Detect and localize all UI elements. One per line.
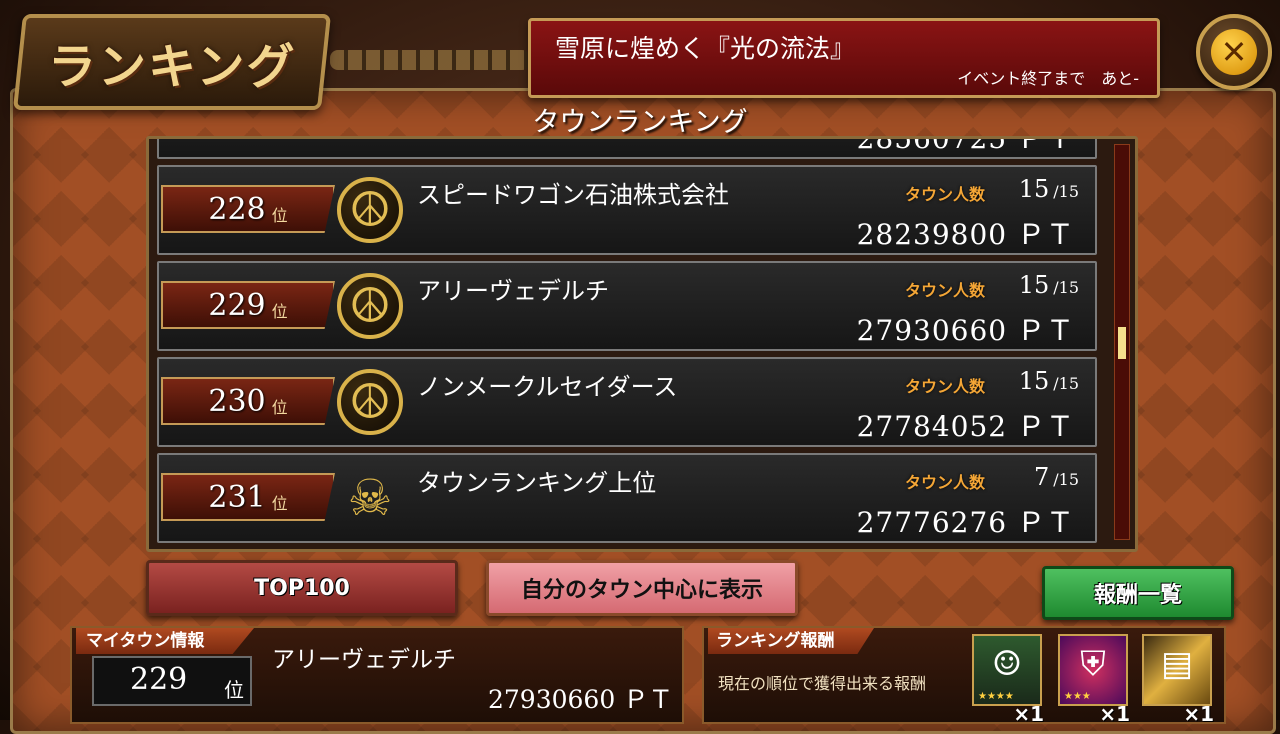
rank-number: 230	[208, 383, 266, 419]
reward-item-ticket[interactable]: ▤ ×1	[1142, 634, 1214, 726]
ticket-icon: ▤	[1160, 644, 1194, 684]
town-points: 28239800 ＰＴ	[856, 218, 1075, 251]
members-count: 15/15	[1019, 271, 1079, 299]
reward-item-shield[interactable]: ⛨ ★★★ ×1	[1058, 634, 1130, 726]
town-name: タウンランキング上位	[417, 469, 657, 497]
members-current: 7	[1033, 463, 1050, 491]
town-points: 28560725 ＰＴ	[856, 136, 1075, 155]
rank-plate: 231 位	[161, 473, 335, 521]
ranking-list[interactable]: 227位♥DIOの館タウン人数15/1528560725 ＰＴ228位☮スピード…	[146, 136, 1138, 552]
rank-number: 228	[208, 191, 266, 227]
rank-number: 231	[208, 479, 266, 515]
my-town-points: 27930660 ＰＴ	[488, 685, 674, 714]
members-count: 15/15	[1019, 175, 1079, 203]
members-count: 15/15	[1019, 367, 1079, 395]
members-label: タウン人数	[905, 185, 986, 204]
character-card-icon: ☺	[991, 644, 1023, 684]
rank-number: 229	[208, 287, 266, 323]
town-name: スピードワゴン石油株式会社	[417, 181, 729, 209]
chain-decoration	[330, 50, 530, 70]
town-name: アリーヴェデルチ	[417, 277, 609, 305]
ranking-reward-label: ランキング報酬	[708, 628, 874, 654]
town-points: 27784052 ＰＴ	[856, 410, 1075, 443]
members-max: /15	[1053, 470, 1079, 489]
reward-quantity: ×1	[1183, 702, 1214, 726]
members-current: 15	[1018, 175, 1050, 203]
members-max: /15	[1053, 374, 1079, 393]
event-title: 雪原に煌めく『光の流法』	[555, 34, 856, 63]
my-town-name: アリーヴェデルチ	[272, 647, 456, 673]
section-title: タウンランキング	[532, 107, 748, 138]
peace-emblem-icon: ☮	[337, 273, 403, 339]
peace-emblem-icon: ☮	[337, 369, 403, 435]
town-name: ノンメークルセイダース	[417, 373, 678, 401]
ranking-row[interactable]: 230 位 ☮ ノンメークルセイダース タウン人数 15/15 27784052 ＰＴ	[157, 357, 1097, 447]
members-label: タウン人数	[905, 281, 986, 300]
members-max: /15	[1053, 182, 1079, 201]
page-title: ランキング	[47, 39, 297, 95]
event-banner: 雪原に煌めく『光の流法』 イベント終了まで あと-	[528, 18, 1160, 98]
title-plate: ランキング	[12, 14, 332, 110]
town-points: 27776276 ＰＴ	[856, 506, 1075, 539]
reward-quantity: ×1	[1099, 702, 1130, 726]
my-town-rank: 229	[130, 662, 188, 697]
peace-emblem-icon: ☮	[337, 177, 403, 243]
ranking-reward-description: 現在の順位で獲得出来る報酬	[718, 674, 927, 693]
list-scrollbar[interactable]	[1114, 144, 1130, 540]
my-town-rank-suffix: 位	[224, 678, 244, 702]
members-max: /15	[1053, 278, 1079, 297]
heart-emblem-icon: ♥	[337, 139, 403, 149]
skull-emblem-icon: ☠	[347, 469, 393, 527]
rank-suffix: 位	[271, 206, 288, 225]
members-label: タウン人数	[905, 377, 986, 396]
reward-list-button[interactable]: 報酬一覧	[1042, 566, 1234, 620]
members-label: タウン人数	[905, 473, 986, 492]
rank-plate: 229 位	[161, 281, 335, 329]
members-current: 15	[1018, 271, 1050, 299]
rank-plate: 227位	[161, 136, 335, 137]
reward-item-character-card[interactable]: ☺ ★★★★ ×1	[972, 634, 1044, 726]
reward-quantity: ×1	[1013, 702, 1044, 726]
my-town-rank-box: 229 位	[92, 656, 252, 706]
rank-suffix: 位	[271, 398, 288, 417]
my-town-panel: マイタウン情報 229 位 アリーヴェデルチ 27930660 ＰＴ	[70, 626, 684, 724]
ranking-row[interactable]: 228 位 ☮ スピードワゴン石油株式会社 タウン人数 15/15 28239800 ＰＴ	[157, 165, 1097, 255]
members-current: 15	[1018, 367, 1050, 395]
ranking-row[interactable]: 229 位 ☮ アリーヴェデルチ タウン人数 15/15 27930660 ＰＴ	[157, 261, 1097, 351]
close-icon: ✕	[1211, 29, 1257, 75]
rank-plate: 228 位	[161, 185, 335, 233]
rank-plate: 230 位	[161, 377, 335, 425]
ranking-reward-panel: ランキング報酬 現在の順位で獲得出来る報酬 ☺ ★★★★ ×1 ⛨ ★★★ ×1…	[702, 626, 1226, 726]
close-button[interactable]: ✕	[1196, 14, 1272, 90]
event-remaining-time: イベント終了まで あと-	[957, 69, 1139, 88]
rank-suffix: 位	[271, 494, 288, 513]
reward-stars: ★★★★	[978, 691, 1014, 702]
rank-suffix: 位	[271, 302, 288, 321]
members-count: 7/15	[1034, 463, 1079, 491]
top100-button[interactable]: TOP100	[146, 560, 458, 616]
reward-stars: ★★★	[1064, 691, 1091, 702]
my-town-label: マイタウン情報	[76, 628, 254, 654]
shield-icon: ⛨	[1080, 644, 1106, 684]
scrollbar-thumb[interactable]	[1118, 327, 1126, 359]
town-points: 27930660 ＰＴ	[856, 314, 1075, 347]
ranking-row[interactable]: 231 位 ☠ タウンランキング上位 タウン人数 7/15 27776276 ＰＴ	[157, 453, 1097, 543]
ranking-row[interactable]: 227位♥DIOの館タウン人数15/1528560725 ＰＴ	[157, 136, 1097, 159]
show-my-town-button[interactable]: 自分のタウン中心に表示	[486, 560, 798, 616]
